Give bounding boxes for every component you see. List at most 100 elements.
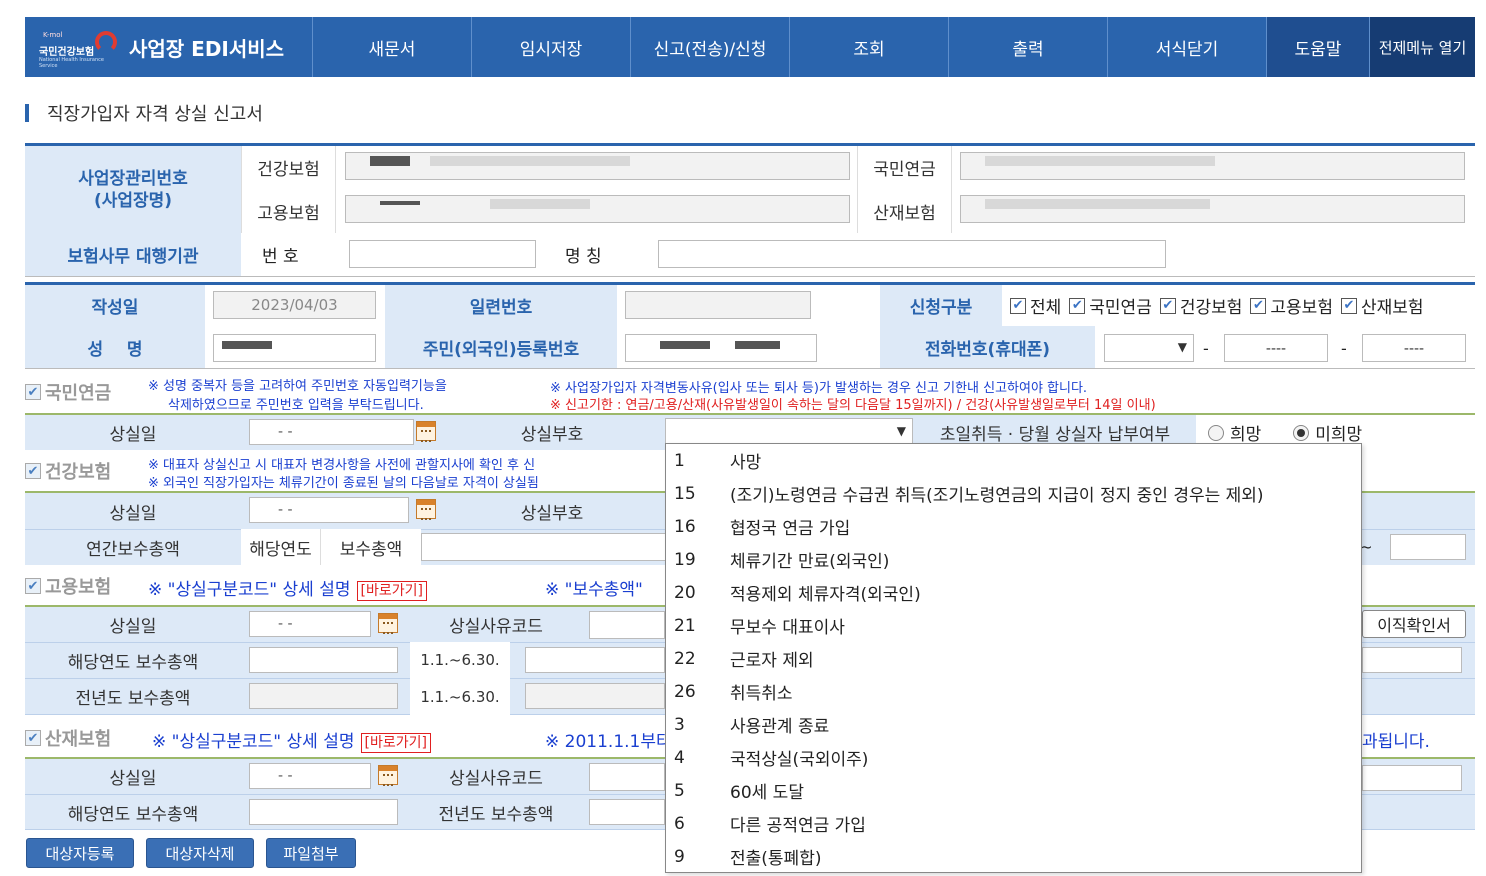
check-all-checkbox[interactable]: ✔ <box>1010 297 1026 314</box>
dropdown-option[interactable]: 5 60세 도달 <box>666 774 1361 807</box>
employment-loss-date-input[interactable]: - - <box>249 611 371 637</box>
accident-loss-date-input[interactable]: - - <box>249 763 371 789</box>
nav-close-form[interactable]: 서식닫기 <box>1108 17 1267 77</box>
check-pension-checkbox[interactable]: ✔ <box>1069 297 1086 314</box>
nav-temp-save[interactable]: 임시저장 <box>472 17 631 77</box>
accident-reason-code-input[interactable] <box>589 763 665 791</box>
accident-this-year-total-label: 해당연도 보수총액 <box>67 804 199 825</box>
nhis-logo: K-mol 국민건강보험 National Health Insurance S… <box>37 27 117 69</box>
check-health-checkbox[interactable]: ✔ <box>1159 297 1176 314</box>
resignation-confirm-button[interactable]: 이직확인서 <box>1362 610 1466 638</box>
health-loss-date-input[interactable]: - - <box>249 497 409 523</box>
hope-radio[interactable] <box>1208 424 1224 441</box>
phone-dash: - <box>1203 338 1209 358</box>
health-section-title: 건강보험 <box>45 462 112 483</box>
dropdown-option[interactable]: 19 체류기간 만료(외국인) <box>666 543 1361 576</box>
dropdown-option[interactable]: 26 취득취소 <box>666 675 1361 708</box>
employment-reason-code-input[interactable] <box>589 611 665 639</box>
employment-this-year-total-input[interactable] <box>249 647 398 673</box>
attach-file-button[interactable]: 파일첨부 <box>266 838 356 868</box>
employment-extra-input[interactable] <box>1362 647 1462 673</box>
logo-area[interactable]: K-mol 국민건강보험 National Health Insurance S… <box>25 17 313 77</box>
health-annual-pay-input[interactable] <box>421 533 666 561</box>
employment-period-1-input[interactable] <box>525 647 665 673</box>
rrn-input[interactable] <box>625 334 817 362</box>
health-extra-input[interactable] <box>1390 534 1466 560</box>
employment-code-description: ※ "상실구분코드" 상세 설명 [바로가기] <box>148 575 427 601</box>
employment-loss-date-label: 상실일 <box>109 617 157 637</box>
option-text: 전출(통폐합) <box>730 849 822 869</box>
delete-target-button[interactable]: 대상자삭제 <box>146 838 254 868</box>
nav-submit[interactable]: 신고(전송)/신청 <box>631 17 790 77</box>
dropdown-option[interactable]: 16 협정국 연금 가입 <box>666 510 1361 543</box>
no-hope-radio[interactable] <box>1293 424 1310 441</box>
logo-circle-icon <box>95 31 117 53</box>
option-text: 근로자 제외 <box>730 651 814 671</box>
pension-section-checkbox[interactable]: ✔ <box>25 384 41 400</box>
biz-number-label: 사업장관리번호 (사업장명) <box>25 146 241 233</box>
option-text: 사용관계 종료 <box>730 717 830 737</box>
check-accident-label: 산재보험 <box>1360 298 1424 318</box>
phone-mid-input[interactable]: ---- <box>1224 334 1328 362</box>
employment-goto-link[interactable]: [바로가기] <box>356 581 427 601</box>
accident-last-year-total-input[interactable] <box>589 799 665 825</box>
health-loss-date-label: 상실일 <box>109 503 157 524</box>
pension-loss-code-select[interactable]: ▼ <box>665 418 913 445</box>
rrn-label: 주민(외국인)등록번호 <box>385 326 617 368</box>
accident-goto-link[interactable]: [바로가기] <box>360 733 431 753</box>
agency-number-input[interactable] <box>349 240 536 268</box>
nav-full-menu[interactable]: 전제메뉴 열기 <box>1370 17 1475 77</box>
dropdown-option[interactable]: 1 사망 <box>666 444 1361 477</box>
phone-last-input[interactable]: ---- <box>1362 334 1466 362</box>
dropdown-option[interactable]: 21 무보수 대표이사 <box>666 609 1361 642</box>
calendar-icon[interactable] <box>378 613 398 634</box>
employment-section-checkbox[interactable]: ✔ <box>25 578 41 594</box>
redacted-mark <box>660 341 710 349</box>
accident-extra-input[interactable] <box>1362 765 1462 791</box>
dropdown-option[interactable]: 9 전출(통폐합) <box>666 840 1361 873</box>
no-hope-label: 미희망 <box>1315 425 1363 445</box>
pension-note-3: ※ 신고기한 : 연금/고용/산재(사유발생일이 속하는 달의 다음달 15일까… <box>550 398 1156 413</box>
employment-biz-number-field[interactable] <box>345 195 850 223</box>
calendar-icon[interactable] <box>416 499 436 520</box>
nav-new-document[interactable]: 새문서 <box>313 17 472 77</box>
nav-print[interactable]: 출력 <box>949 17 1108 77</box>
name-label: 성 명 <box>25 326 205 368</box>
calendar-icon[interactable] <box>378 765 398 786</box>
check-health-label: 건강보험 <box>1179 298 1243 318</box>
accident-last-year-total-label: 전년도 보수총액 <box>438 804 554 825</box>
accident-code-description: ※ "상실구분코드" 상세 설명 [바로가기] <box>152 727 431 753</box>
redacted-mark <box>735 341 780 349</box>
employment-period-2-input[interactable] <box>525 683 665 709</box>
dropdown-option[interactable]: 3 사용관계 종료 <box>666 708 1361 741</box>
check-employment-checkbox[interactable]: ✔ <box>1250 297 1267 314</box>
loss-code-dropdown-list[interactable]: 1 사망 15 (조기)노령연금 수급권 취득(조기노령연금의 지급이 정지 중인 … <box>665 443 1362 873</box>
check-accident-checkbox[interactable]: ✔ <box>1340 297 1357 314</box>
dropdown-option[interactable]: 4 국적상실(국외이주) <box>666 741 1361 774</box>
employment-section-title: 고용보험 <box>45 577 112 598</box>
employment-last-year-total-input[interactable] <box>249 683 398 709</box>
employment-period-2: 1.1.~6.30. <box>410 678 510 715</box>
nav-help[interactable]: 도움말 <box>1267 17 1370 77</box>
phone-prefix-select[interactable]: ▼ <box>1104 334 1194 362</box>
agency-name-input[interactable] <box>658 240 1166 268</box>
hope-label: 희망 <box>1230 425 1262 445</box>
option-code: 16 <box>674 516 696 537</box>
pension-note-1b: 삭제하였으므로 주민번호 입력을 부탁드립니다. <box>168 398 424 413</box>
nav-inquiry[interactable]: 조회 <box>790 17 949 77</box>
dropdown-option[interactable]: 22 근로자 제외 <box>666 642 1361 675</box>
calendar-icon[interactable] <box>416 421 436 442</box>
top-navigation: K-mol 국민건강보험 National Health Insurance S… <box>25 17 1475 77</box>
register-target-button[interactable]: 대상자등록 <box>26 838 134 868</box>
dropdown-option[interactable]: 15 (조기)노령연금 수급권 취득(조기노령연금의 지급이 정지 중인 경우는 … <box>666 477 1361 510</box>
dropdown-option[interactable]: 6 다른 공적연금 가입 <box>666 807 1361 840</box>
employment-period-1: 1.1.~6.30. <box>410 642 510 678</box>
accident-section-checkbox[interactable]: ✔ <box>25 730 41 746</box>
this-year-label: 해당연도 <box>241 529 321 565</box>
annual-pay-label: 연간보수총액 <box>86 539 180 560</box>
accident-this-year-total-input[interactable] <box>249 799 398 825</box>
pension-loss-date-input[interactable]: - - <box>249 419 414 445</box>
health-section-checkbox[interactable]: ✔ <box>25 463 41 479</box>
employment-last-year-total-label: 전년도 보수총액 <box>75 689 191 709</box>
dropdown-option[interactable]: 20 적용제외 체류자격(외국인) <box>666 576 1361 609</box>
